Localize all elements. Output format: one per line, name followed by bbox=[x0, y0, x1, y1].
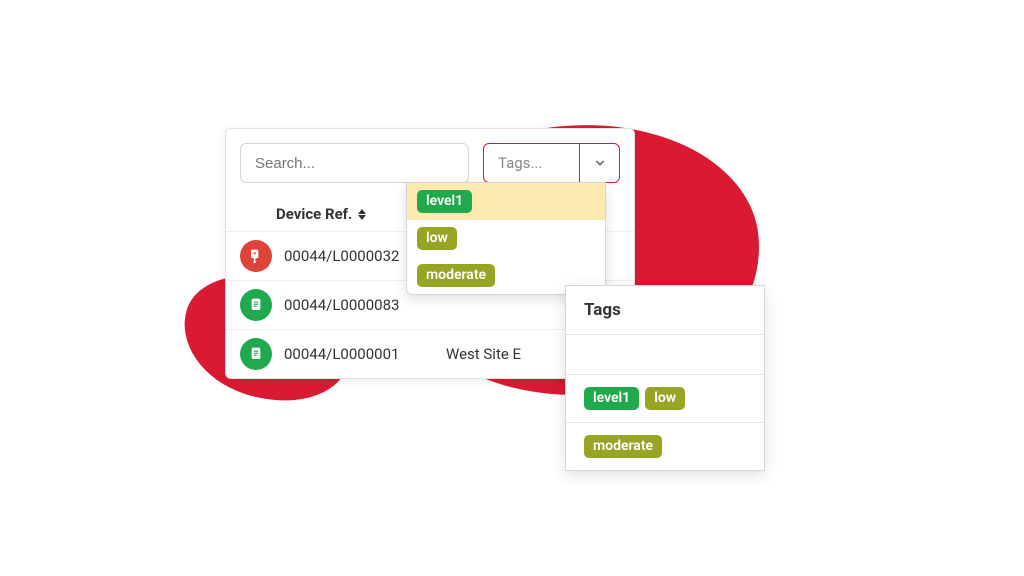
tags-dropdown: level1 low moderate bbox=[406, 182, 606, 295]
chevron-down-icon bbox=[593, 156, 607, 170]
tags-cell: level1 low bbox=[566, 375, 764, 423]
tag-option[interactable]: level1 bbox=[407, 183, 605, 220]
tag-pill: moderate bbox=[417, 264, 495, 287]
device-status-icon bbox=[240, 289, 272, 321]
tags-panel-header: Tags bbox=[566, 286, 764, 335]
search-input[interactable] bbox=[240, 143, 469, 183]
document-icon bbox=[248, 297, 264, 313]
tags-select[interactable]: Tags... bbox=[483, 143, 620, 183]
tag-pill: low bbox=[417, 227, 457, 250]
tags-column-panel: Tags level1 low moderate bbox=[565, 285, 765, 471]
document-icon bbox=[248, 346, 264, 362]
tag-pill: level1 bbox=[584, 387, 639, 410]
tag-pill: low bbox=[645, 387, 685, 410]
tag-pill: moderate bbox=[584, 435, 662, 458]
tags-cell bbox=[566, 335, 764, 375]
tags-select-placeholder: Tags... bbox=[498, 154, 542, 172]
device-ref-text: 00044/L0000083 bbox=[284, 296, 434, 314]
column-header-label: Device Ref. bbox=[276, 205, 352, 223]
tag-option[interactable]: low bbox=[407, 220, 605, 257]
device-ref-text: 00044/L0000001 bbox=[284, 345, 434, 363]
tag-pill: level1 bbox=[417, 190, 472, 213]
stage: Tags... Device Ref. bbox=[0, 0, 1024, 576]
device-status-icon bbox=[240, 240, 272, 272]
tags-cell: moderate bbox=[566, 423, 764, 470]
sort-icon bbox=[358, 209, 366, 220]
device-status-icon bbox=[240, 338, 272, 370]
tags-select-toggle[interactable] bbox=[579, 144, 619, 182]
device-icon bbox=[248, 248, 264, 264]
